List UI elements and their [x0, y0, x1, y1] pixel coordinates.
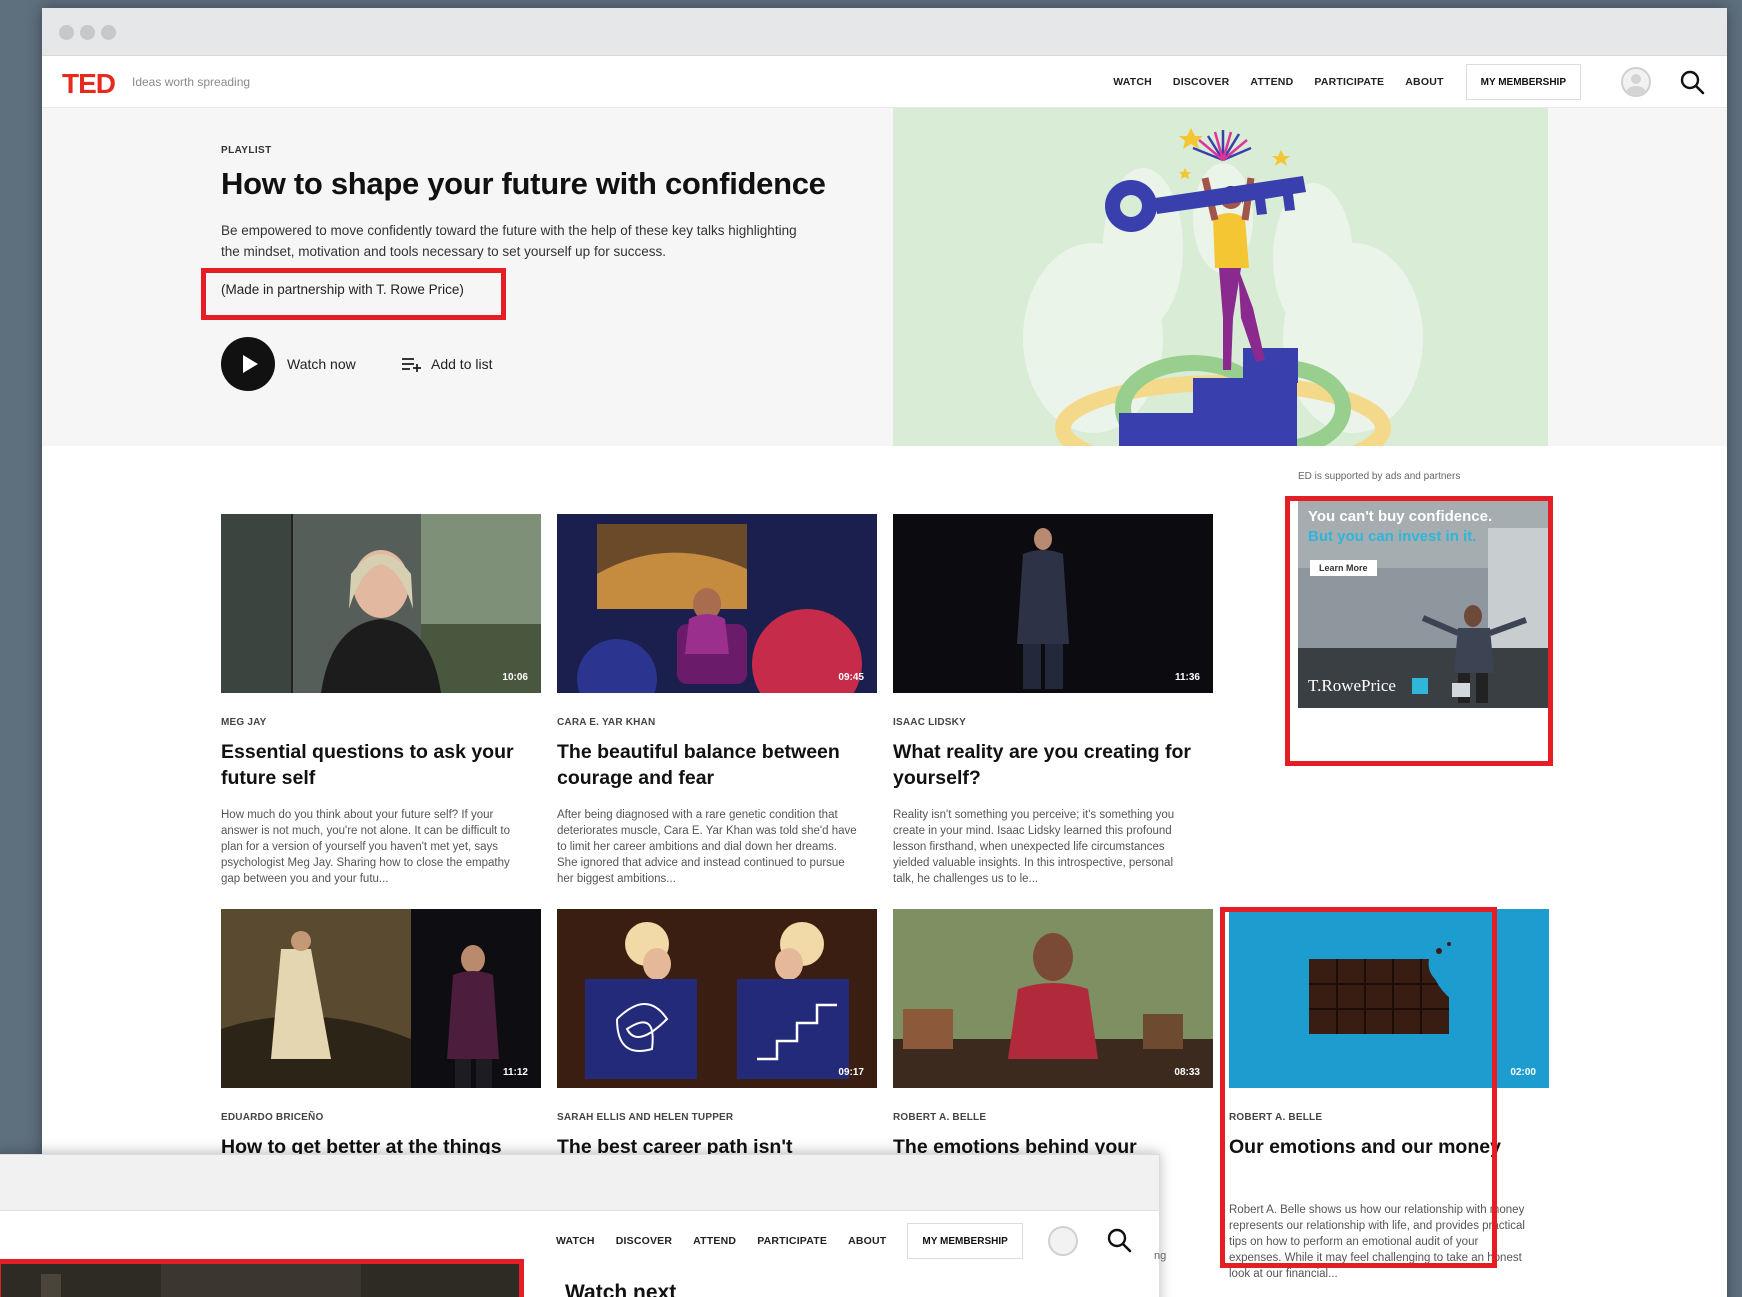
talk-speaker: ISAAC LIDSKY — [893, 717, 966, 728]
nav-attend[interactable]: ATTEND — [1250, 76, 1293, 88]
talk-thumbnail[interactable]: 11:36 — [893, 514, 1213, 693]
talk-thumbnail[interactable]: 11:12 — [221, 909, 541, 1088]
window-maximize-dot[interactable] — [101, 25, 116, 40]
highlight-box-sponsored-talk — [1220, 907, 1497, 1268]
talk-thumbnail[interactable]: 10:06 — [221, 514, 541, 693]
tagline: Ideas worth spreading — [132, 75, 251, 89]
talk-title[interactable]: Essential questions to ask your future s… — [221, 739, 521, 791]
highlight-box-partnership — [201, 268, 506, 320]
talk-speaker: ROBERT A. BELLE — [893, 1112, 987, 1123]
talk-card[interactable]: 11:36 ISAAC LIDSKY What reality are you … — [893, 514, 1213, 894]
overlay-nav-discover[interactable]: DISCOVER — [616, 1235, 672, 1247]
play-icon[interactable] — [221, 337, 275, 391]
ad-disclaimer: ED is supported by ads and partners — [1298, 471, 1461, 482]
talk-speaker: MEG JAY — [221, 717, 267, 728]
watch-now-button[interactable]: Watch now — [287, 356, 356, 372]
talk-speaker: CARA E. YAR KHAN — [557, 717, 656, 728]
overlay-my-membership-button[interactable]: MY MEMBERSHIP — [907, 1223, 1023, 1259]
highlight-box-ad — [1285, 496, 1553, 766]
talk-description: After being diagnosed with a rare geneti… — [557, 809, 857, 885]
overlay-partial-text: ng — [1154, 1250, 1167, 1262]
talk-duration: 09:17 — [838, 1067, 864, 1078]
overlay-nav-participate[interactable]: PARTICIPATE — [757, 1235, 827, 1247]
add-to-list-icon[interactable] — [401, 356, 423, 372]
nav-participate[interactable]: PARTICIPATE — [1314, 76, 1384, 88]
talk-duration: 08:33 — [1174, 1067, 1200, 1078]
browser-chrome — [42, 8, 1727, 56]
nav-watch[interactable]: WATCH — [1113, 76, 1152, 88]
overlay-nav-links: WATCH DISCOVER ATTEND PARTICIPATE ABOUT … — [556, 1211, 1023, 1271]
playlist-illustration — [893, 108, 1548, 446]
talk-duration: 09:45 — [838, 672, 864, 683]
overlay-nav-attend[interactable]: ATTEND — [693, 1235, 736, 1247]
nav-about[interactable]: ABOUT — [1405, 76, 1443, 88]
nav-links: WATCH DISCOVER ATTEND PARTICIPATE ABOUT … — [1092, 56, 1581, 108]
overlay-search-icon[interactable] — [1106, 1227, 1132, 1253]
browser-window: TED Ideas worth spreading WATCH DISCOVER… — [42, 8, 1727, 1297]
talk-title[interactable]: The beautiful balance between courage an… — [557, 739, 857, 791]
search-icon[interactable] — [1679, 69, 1705, 95]
talk-duration: 02:00 — [1510, 1067, 1536, 1078]
nav-discover[interactable]: DISCOVER — [1173, 76, 1229, 88]
top-nav: TED Ideas worth spreading WATCH DISCOVER… — [42, 56, 1727, 108]
talk-title[interactable]: What reality are you creating for yourse… — [893, 739, 1193, 791]
playlist-hero: PLAYLIST How to shape your future with c… — [42, 108, 1727, 446]
add-to-list-button[interactable]: Add to list — [431, 356, 492, 372]
talk-card[interactable]: 10:06 MEG JAY Essential questions to ask… — [221, 514, 541, 894]
talk-duration: 11:36 — [1174, 672, 1200, 683]
talk-speaker: SARAH ELLIS AND HELEN TUPPER — [557, 1112, 734, 1123]
playlist-title: How to shape your future with confidence — [221, 166, 826, 201]
talk-description: Reality isn't something you perceive; it… — [893, 809, 1175, 885]
talk-thumbnail[interactable]: 09:17 — [557, 909, 877, 1088]
window-minimize-dot[interactable] — [80, 25, 95, 40]
talk-duration: 11:12 — [502, 1067, 528, 1078]
window-close-dot[interactable] — [59, 25, 74, 40]
talk-speaker: EDUARDO BRICEÑO — [221, 1112, 324, 1123]
talk-thumbnail[interactable]: 08:33 — [893, 909, 1213, 1088]
ted-logo[interactable]: TED — [62, 68, 116, 100]
talk-duration: 10:06 — [502, 672, 528, 683]
playlist-description: Be empowered to move confidently toward … — [221, 223, 797, 259]
overlay-nav-watch[interactable]: WATCH — [556, 1235, 595, 1247]
playlist-eyebrow: PLAYLIST — [221, 145, 272, 156]
talk-thumbnail[interactable]: 09:45 — [557, 514, 877, 693]
talk-description: How much do you think about your future … — [221, 809, 511, 885]
overlay-browser-window: WATCH DISCOVER ATTEND PARTICIPATE ABOUT … — [0, 1154, 1166, 1297]
overlay-nav-about[interactable]: ABOUT — [848, 1235, 886, 1247]
overlay-browser-chrome — [0, 1155, 1159, 1211]
talk-card[interactable]: 09:45 CARA E. YAR KHAN The beautiful bal… — [557, 514, 877, 894]
overlay-avatar-icon[interactable] — [1048, 1226, 1078, 1256]
watch-next-heading: Watch next — [565, 1281, 677, 1297]
my-membership-button[interactable]: MY MEMBERSHIP — [1465, 64, 1581, 100]
overlay-video-thumbnail[interactable] — [0, 1259, 524, 1297]
avatar-icon[interactable] — [1621, 67, 1651, 97]
